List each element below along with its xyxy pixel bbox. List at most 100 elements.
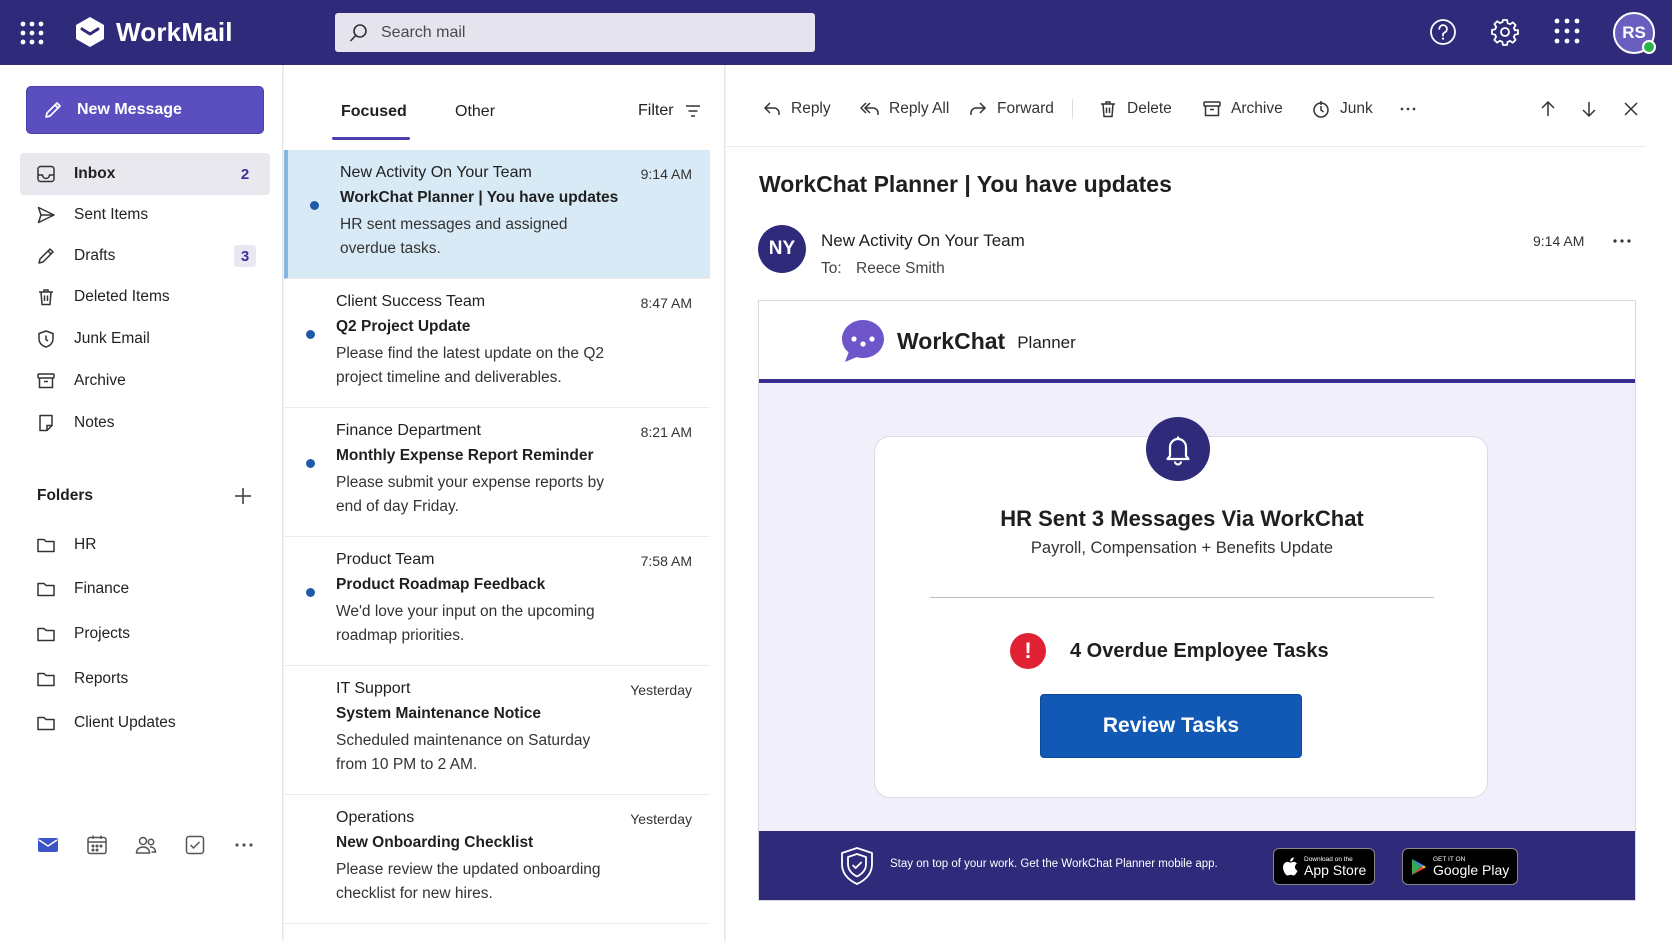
app-store-label: App Store	[1304, 861, 1367, 878]
calendar-icon[interactable]	[85, 833, 109, 857]
archive-button[interactable]: Archive	[1202, 99, 1283, 119]
message-subject: Monthly Expense Report Reminder	[336, 447, 594, 464]
apps-icon[interactable]	[1553, 17, 1583, 47]
app-switcher	[0, 820, 283, 870]
email-brand-name: WorkChat	[897, 327, 1006, 354]
top-bar: WorkMail RS	[0, 0, 1672, 65]
message-sender: Operations	[336, 809, 415, 826]
nav-item-notes[interactable]: Notes	[20, 402, 270, 444]
unread-indicator	[310, 201, 319, 210]
search-box[interactable]	[335, 13, 815, 52]
folder-item-projects[interactable]: Projects	[20, 613, 270, 655]
previous-message-button[interactable]	[1538, 99, 1558, 119]
help-icon[interactable]	[1428, 17, 1458, 47]
message-preview: Please find the latest update on the Q2 …	[336, 345, 604, 386]
reply-all-button[interactable]: Reply All	[860, 99, 949, 119]
tab-other[interactable]: Other	[455, 103, 495, 121]
nav-label: Inbox	[74, 165, 116, 182]
brand[interactable]: WorkMail	[74, 14, 233, 50]
message-subject: New Onboarding Checklist	[336, 834, 534, 851]
message-preview: HR sent messages and assigned overdue ta…	[340, 216, 568, 257]
message-sender: IT Support	[336, 680, 411, 697]
sender-name[interactable]: New Activity On Your Team	[821, 231, 1025, 251]
message-preview: Please review the updated onboarding che…	[336, 861, 601, 902]
message-subject: Q2 Project Update	[336, 318, 471, 335]
more-icon[interactable]	[1610, 229, 1634, 253]
drafts-count: 3	[234, 245, 256, 267]
alert-text: 4 Overdue Employee Tasks	[1070, 639, 1329, 662]
alert-icon: !	[1010, 633, 1046, 669]
nav-item-deleted-items[interactable]: Deleted Items	[20, 276, 270, 318]
apple-icon	[1282, 857, 1298, 876]
delete-button[interactable]: Delete	[1098, 99, 1172, 119]
junk-label: Junk	[1340, 100, 1373, 117]
mail-icon[interactable]	[36, 833, 60, 857]
nav-label: Archive	[74, 372, 126, 389]
folder-item-finance[interactable]: Finance	[20, 568, 270, 610]
nav-label: Notes	[74, 414, 115, 431]
workchat-logo: WorkChat Planner	[839, 317, 1076, 365]
active-tab-indicator	[332, 137, 410, 140]
plus-icon[interactable]	[232, 485, 254, 507]
folder-label: HR	[74, 536, 97, 553]
unread-indicator	[306, 588, 315, 597]
note-icon	[36, 413, 56, 433]
filter-icon	[684, 102, 702, 120]
message-subject: System Maintenance Notice	[336, 705, 542, 722]
folder-label: Reports	[74, 670, 129, 687]
people-icon[interactable]	[134, 833, 158, 857]
message-tabs: Focused Other Filter	[284, 65, 725, 140]
message-item[interactable]: New Activity On Your Team WorkChat Plann…	[284, 150, 710, 279]
app-name: WorkMail	[116, 16, 233, 47]
google-play-badge[interactable]: GET IT ON Google Play	[1402, 848, 1519, 885]
sender-avatar[interactable]: NY	[758, 225, 806, 273]
more-icon[interactable]	[232, 833, 256, 857]
message-item[interactable]: Client Success Team Q2 Project Update Pl…	[284, 279, 710, 408]
folder-icon	[36, 713, 56, 733]
reply-button[interactable]: Reply	[762, 99, 831, 119]
message-preview: Scheduled maintenance on Saturday from 1…	[336, 732, 591, 773]
nav-item-drafts[interactable]: Drafts 3	[20, 235, 270, 277]
nav-item-junk-email[interactable]: Junk Email	[20, 318, 270, 360]
reply-all-icon	[860, 99, 880, 119]
trash-icon	[36, 287, 56, 307]
message-item[interactable]: Product Team Product Roadmap Feedback We…	[284, 537, 710, 666]
recipient-name[interactable]: Reece Smith	[856, 260, 945, 277]
nav-item-archive[interactable]: Archive	[20, 360, 270, 402]
archive-icon	[1202, 99, 1222, 119]
message-item[interactable]: Finance Department Monthly Expense Repor…	[284, 408, 710, 537]
app-store-badge[interactable]: Download on the App Store	[1273, 848, 1376, 885]
tab-focused[interactable]: Focused	[341, 103, 407, 121]
review-tasks-button[interactable]: Review Tasks	[1040, 694, 1302, 758]
message-item[interactable]: IT Support System Maintenance Notice Sch…	[284, 666, 710, 795]
message-item[interactable]: Operations New Onboarding Checklist Plea…	[284, 795, 710, 924]
folder-icon	[36, 624, 56, 644]
folders-heading: Folders	[37, 487, 93, 504]
user-avatar[interactable]: RS	[1613, 12, 1656, 54]
nav-item-sent-items[interactable]: Sent Items	[20, 194, 270, 236]
message-time: Yesterday	[630, 811, 692, 827]
folder-item-client-updates[interactable]: Client Updates	[20, 702, 270, 744]
filter-button[interactable]: Filter	[638, 102, 702, 120]
recipient-line: To: Reece Smith	[821, 260, 945, 278]
forward-button[interactable]: Forward	[968, 99, 1054, 119]
app-launcher-icon[interactable]	[18, 19, 46, 47]
folder-item-hr[interactable]: HR	[20, 524, 270, 566]
tasks-icon[interactable]	[183, 833, 207, 857]
folder-label: Finance	[74, 580, 130, 597]
junk-button[interactable]: Junk	[1311, 99, 1373, 119]
divider	[1072, 99, 1073, 119]
workmail-logo-icon	[74, 16, 106, 48]
settings-icon[interactable]	[1490, 17, 1520, 47]
next-message-button[interactable]	[1579, 99, 1599, 119]
folder-item-reports[interactable]: Reports	[20, 658, 270, 700]
search-input[interactable]	[381, 23, 781, 42]
close-button[interactable]	[1621, 99, 1641, 119]
message-sender: Client Success Team	[336, 293, 486, 310]
folder-label: Client Updates	[74, 714, 176, 731]
more-actions-button[interactable]	[1398, 99, 1418, 119]
filter-label: Filter	[638, 102, 674, 119]
folder-icon	[36, 669, 56, 689]
new-message-button[interactable]: New Message	[26, 86, 264, 134]
nav-item-inbox[interactable]: Inbox 2	[20, 153, 270, 195]
